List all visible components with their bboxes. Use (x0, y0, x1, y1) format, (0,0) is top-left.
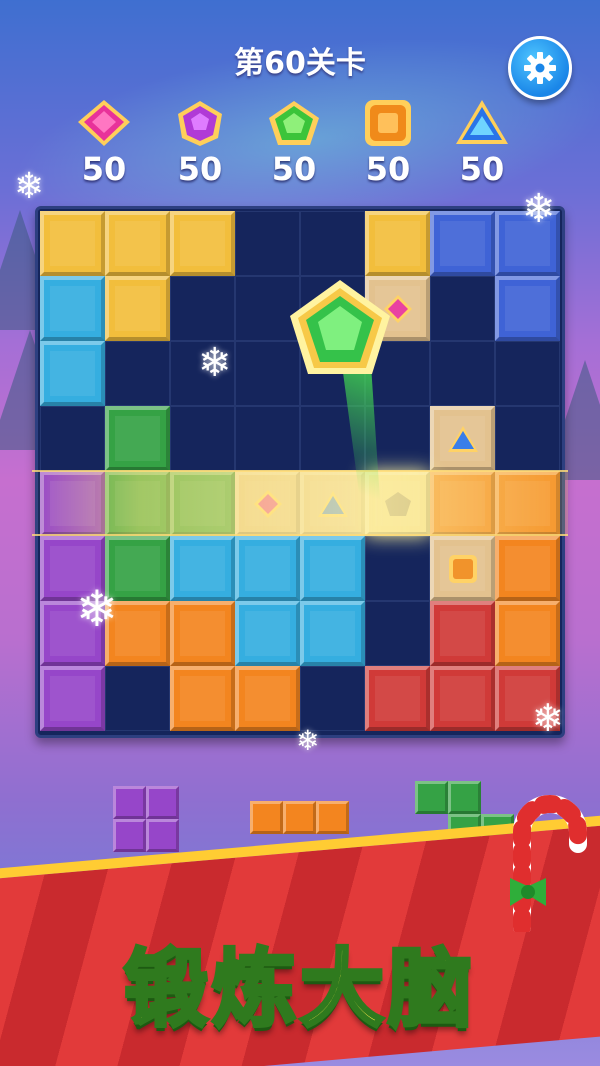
piece-cell (283, 801, 316, 834)
block-orange[interactable] (235, 666, 300, 731)
piece-cell (250, 801, 283, 834)
piece-cell (146, 819, 179, 852)
snowflake-icon: ❄ (198, 340, 232, 386)
flying-gem (286, 276, 394, 384)
settings-button[interactable] (508, 36, 572, 100)
snowflake-icon: ❄ (296, 724, 320, 757)
gear-icon (524, 52, 556, 84)
goal-count: 50 (459, 150, 505, 188)
grid-cell[interactable] (495, 406, 560, 471)
block-orange[interactable] (495, 471, 560, 536)
grid-cell[interactable] (170, 276, 235, 341)
goal-purple: 50 (160, 98, 240, 188)
block-red[interactable] (365, 666, 430, 731)
gem-block-pink[interactable] (235, 471, 300, 536)
candy-cane-icon (510, 795, 587, 932)
grid-cell[interactable] (105, 666, 170, 731)
goal-count: 50 (271, 150, 317, 188)
block-red[interactable] (430, 666, 495, 731)
block-orange[interactable] (495, 601, 560, 666)
grid-cell[interactable] (40, 406, 105, 471)
block-purple[interactable] (40, 666, 105, 731)
blue-triangle-gem-icon (447, 425, 478, 452)
block-cyan[interactable] (300, 536, 365, 601)
block-cyan[interactable] (300, 601, 365, 666)
pink-diamond-gem-icon (253, 489, 282, 518)
snowflake-icon: ❄ (14, 166, 45, 207)
grid-cell[interactable] (365, 601, 430, 666)
goal-pink: 50 (64, 98, 144, 188)
piece-cell (316, 801, 349, 834)
goal-orange: 50 (348, 98, 428, 188)
grid-cell[interactable] (235, 406, 300, 471)
orange-square-gem-icon (448, 554, 477, 583)
slogan-text: 锻炼大脑 (122, 938, 476, 1040)
gem-block-orange[interactable] (430, 536, 495, 601)
piece-cell (113, 819, 146, 852)
block-green[interactable] (170, 471, 235, 536)
green-pentagon-gem-icon (290, 280, 390, 374)
snowflake-icon: ❄ (532, 696, 564, 740)
grid-cell[interactable] (170, 406, 235, 471)
gem-goals: 50 50 50 50 50 (0, 98, 600, 198)
block-blue[interactable] (495, 276, 560, 341)
empty-pentagon-slot-icon (384, 491, 411, 516)
block-orange[interactable] (430, 471, 495, 536)
grid-cell[interactable] (430, 341, 495, 406)
block-green[interactable] (105, 471, 170, 536)
block-cyan[interactable] (40, 276, 105, 341)
piece-cell (415, 781, 448, 814)
block-yellow[interactable] (365, 211, 430, 276)
grid-cell[interactable] (495, 341, 560, 406)
block-cyan[interactable] (235, 601, 300, 666)
orange-square-gem-icon (365, 100, 411, 146)
block-yellow[interactable] (40, 211, 105, 276)
grid-cell[interactable] (300, 666, 365, 731)
green-pentagon-gem-icon (269, 101, 319, 145)
block-cyan[interactable] (170, 536, 235, 601)
goal-blue: 50 (442, 98, 522, 188)
block-blue[interactable] (430, 211, 495, 276)
gem-block-blue[interactable] (430, 406, 495, 471)
blue-triangle-gem-icon (456, 100, 508, 144)
block-cyan[interactable] (40, 341, 105, 406)
pink-diamond-gem-icon (78, 100, 130, 146)
piece-cell (448, 781, 481, 814)
block-orange[interactable] (170, 666, 235, 731)
block-cyan[interactable] (235, 536, 300, 601)
gem-block-blue[interactable] (300, 471, 365, 536)
snowflake-icon: ❄ (76, 580, 118, 638)
piece-cell (146, 786, 179, 819)
grid-cell[interactable] (105, 341, 170, 406)
grid-cell[interactable] (300, 211, 365, 276)
block-red[interactable] (430, 601, 495, 666)
grid-cell[interactable] (235, 211, 300, 276)
snowflake-icon: ❄ (522, 186, 556, 232)
block-yellow[interactable] (105, 276, 170, 341)
line-piece[interactable] (250, 801, 349, 834)
square-piece[interactable] (113, 786, 181, 854)
goal-count: 50 (81, 150, 127, 188)
purple-gem-icon (178, 101, 222, 146)
block-yellow[interactable] (105, 211, 170, 276)
goal-green: 50 (254, 98, 334, 188)
block-yellow[interactable] (170, 211, 235, 276)
goal-count: 50 (177, 150, 223, 188)
grid-cell[interactable] (430, 276, 495, 341)
goal-count: 50 (365, 150, 411, 188)
block-orange[interactable] (495, 536, 560, 601)
piece-cell (113, 786, 146, 819)
blue-triangle-gem-icon (317, 490, 348, 517)
block-purple[interactable] (40, 471, 105, 536)
grid-cell[interactable] (365, 536, 430, 601)
block-green[interactable] (105, 406, 170, 471)
block-orange[interactable] (170, 601, 235, 666)
